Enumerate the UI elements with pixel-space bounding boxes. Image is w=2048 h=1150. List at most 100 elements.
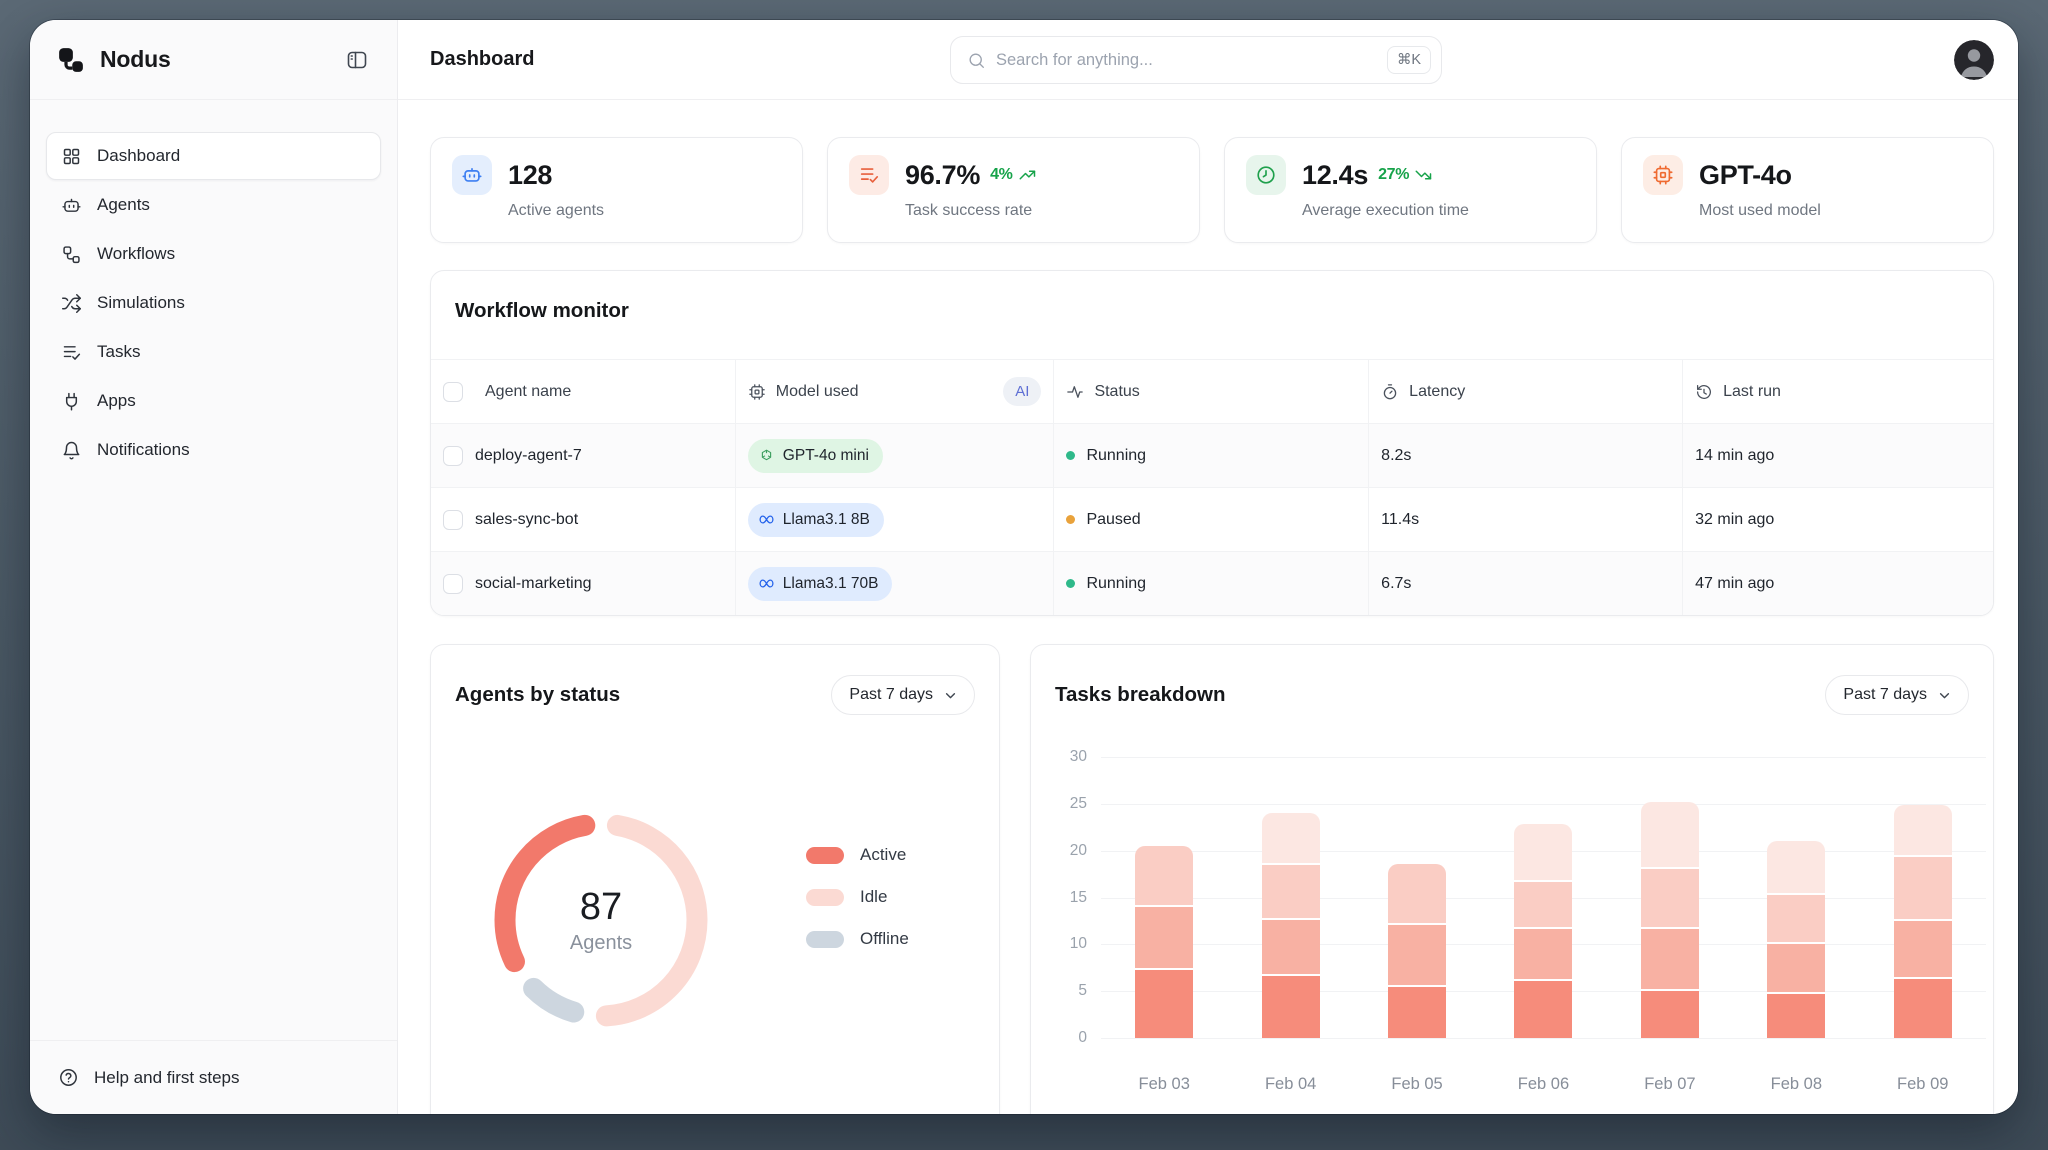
bar-stack bbox=[1893, 804, 1952, 1038]
status-label: Running bbox=[1086, 446, 1147, 464]
table-row[interactable]: social-marketing bbox=[431, 551, 735, 615]
top-bar: Dashboard ⌘K bbox=[398, 20, 2018, 100]
avatar[interactable] bbox=[1954, 39, 1994, 80]
card-title: Agents by status bbox=[455, 683, 621, 706]
bar-segment-segment-3 bbox=[1514, 879, 1573, 927]
latency-cell: 6.7s bbox=[1368, 551, 1683, 615]
sidebar-item-simulations[interactable]: Simulations bbox=[46, 279, 381, 327]
bar-segment-segment-1 bbox=[1893, 977, 1952, 1038]
column-header-agent-name: Agent name bbox=[431, 359, 735, 423]
bar-column-feb-09 bbox=[1860, 757, 1986, 1038]
chevron-down-icon bbox=[1939, 692, 1950, 698]
page-title: Dashboard bbox=[430, 48, 535, 70]
range-dropdown[interactable]: Past 7 days bbox=[1825, 675, 1969, 715]
bar-column-feb-03 bbox=[1101, 757, 1227, 1038]
column-header-status: Status bbox=[1053, 359, 1369, 423]
chevron-down-icon bbox=[945, 692, 956, 698]
agent-name: sales-sync-bot bbox=[475, 510, 579, 528]
trending-down-icon bbox=[1415, 170, 1432, 180]
model-pill: Llama3.1 70B bbox=[747, 566, 893, 601]
stat-label: Active agents bbox=[508, 202, 605, 219]
table-row[interactable]: sales-sync-bot bbox=[431, 487, 735, 551]
cpu-icon bbox=[1643, 155, 1683, 195]
select-all-checkbox[interactable] bbox=[443, 381, 463, 402]
x-tick-label: Feb 06 bbox=[1517, 1075, 1570, 1093]
bar-segment-segment-2 bbox=[1135, 905, 1194, 968]
bar-column-feb-07 bbox=[1607, 757, 1733, 1038]
column-header-last-run: Last run bbox=[1682, 359, 1993, 423]
last-run-cell: 14 min ago bbox=[1682, 423, 1993, 487]
sidebar-item-workflows[interactable]: Workflows bbox=[46, 230, 381, 278]
bar-column-feb-05 bbox=[1354, 757, 1480, 1038]
sidebar-item-label: Simulations bbox=[97, 293, 185, 312]
stat-card-task-success: 96.7% 4% Task success rate bbox=[827, 137, 1200, 243]
y-tick-label: 25 bbox=[1069, 794, 1087, 812]
card-title: Tasks breakdown bbox=[1055, 683, 1226, 706]
dashboard-content: 128 Active agents 96.7% 4% Task success … bbox=[398, 100, 2018, 1114]
status-dot bbox=[1066, 515, 1076, 524]
range-dropdown[interactable]: Past 7 days bbox=[831, 675, 975, 715]
x-tick-label: Feb 03 bbox=[1138, 1075, 1190, 1093]
search-bar: ⌘K bbox=[950, 36, 1442, 84]
tasks-breakdown-card: Tasks breakdown Past 7 days 0 5 10 15 20 25 30… bbox=[1030, 644, 1994, 1114]
sidebar-item-notifications[interactable]: Notifications bbox=[46, 426, 381, 474]
column-header-latency: Latency bbox=[1368, 359, 1683, 423]
bar-segment-segment-4 bbox=[1514, 823, 1573, 880]
x-tick-label: Feb 09 bbox=[1897, 1075, 1949, 1093]
last-run-cell: 47 min ago bbox=[1682, 551, 1993, 615]
workflow-icon bbox=[63, 245, 80, 263]
bar-segment-segment-1 bbox=[1514, 979, 1573, 1038]
status-cell: Paused bbox=[1053, 487, 1369, 551]
sidebar-nav: Dashboard Agents Workflows Simulations T… bbox=[30, 100, 397, 474]
tasks-plot: 0 5 10 15 20 25 30 bbox=[1070, 748, 1986, 1046]
row-checkbox[interactable] bbox=[443, 445, 463, 466]
status-dot bbox=[1066, 451, 1076, 460]
charts-row: Agents by status Past 7 days 87 Agents A… bbox=[430, 644, 1994, 1114]
row-checkbox[interactable] bbox=[443, 509, 463, 530]
bar-segment-segment-1 bbox=[1640, 989, 1699, 1038]
status-cell: Running bbox=[1053, 551, 1369, 615]
sidebar-item-dashboard[interactable]: Dashboard bbox=[46, 132, 381, 180]
help-link[interactable]: Help and first steps bbox=[30, 1040, 397, 1114]
bar-segment-segment-2 bbox=[1261, 918, 1320, 975]
model-pill: Llama3.1 8B bbox=[747, 502, 884, 537]
legend-item-idle: Idle bbox=[806, 887, 909, 907]
bar-column-feb-06 bbox=[1480, 757, 1606, 1038]
row-checkbox[interactable] bbox=[443, 573, 463, 594]
stat-card-avg-execution: 12.4s 27% Average execution time bbox=[1224, 137, 1597, 243]
sidebar-item-agents[interactable]: Agents bbox=[46, 181, 381, 229]
sidebar-item-apps[interactable]: Apps bbox=[46, 377, 381, 425]
search-input[interactable] bbox=[996, 50, 1377, 70]
list-check-icon bbox=[63, 345, 81, 360]
agent-name: social-marketing bbox=[475, 574, 592, 592]
y-tick-label: 15 bbox=[1069, 888, 1087, 906]
legend-item-offline: Offline bbox=[806, 929, 909, 949]
workflow-monitor-panel: Workflow monitor Agent name Model used A… bbox=[430, 270, 1994, 616]
bar-stack bbox=[1767, 841, 1826, 1038]
cpu-icon bbox=[749, 383, 765, 400]
app-name: Nodus bbox=[100, 46, 171, 72]
model-cell: Llama3.1 70B bbox=[734, 551, 1054, 615]
donut-legend: Active Idle Offline bbox=[806, 845, 909, 949]
grid-icon bbox=[63, 148, 80, 164]
sidebar-item-tasks[interactable]: Tasks bbox=[46, 328, 381, 376]
x-tick-label: Feb 08 bbox=[1770, 1075, 1822, 1093]
agent-name: deploy-agent-7 bbox=[475, 446, 582, 464]
agents-donut-svg bbox=[494, 813, 708, 1027]
y-tick-label: 30 bbox=[1069, 748, 1087, 765]
stat-value: 96.7% 4% bbox=[905, 160, 1036, 191]
timer-icon bbox=[1383, 383, 1397, 399]
bar-segment-segment-3 bbox=[1893, 855, 1952, 920]
column-header-model-used: Model used AI bbox=[734, 359, 1054, 423]
bar-segment-segment-3 bbox=[1640, 866, 1699, 927]
bar-segment-segment-3 bbox=[1388, 863, 1447, 923]
table-row[interactable]: deploy-agent-7 bbox=[431, 423, 735, 487]
latency-cell: 11.4s bbox=[1368, 487, 1683, 551]
app-window: Nodus Dashboard Agents Workflows Simulat… bbox=[30, 20, 2018, 1114]
bar-segment-segment-4 bbox=[1893, 804, 1952, 856]
sidebar-toggle-icon[interactable] bbox=[345, 47, 371, 73]
meta-logo-icon bbox=[759, 515, 774, 524]
bar-segment-segment-3 bbox=[1135, 846, 1194, 905]
sidebar-item-label: Apps bbox=[97, 391, 136, 410]
sidebar-item-label: Agents bbox=[97, 195, 150, 214]
